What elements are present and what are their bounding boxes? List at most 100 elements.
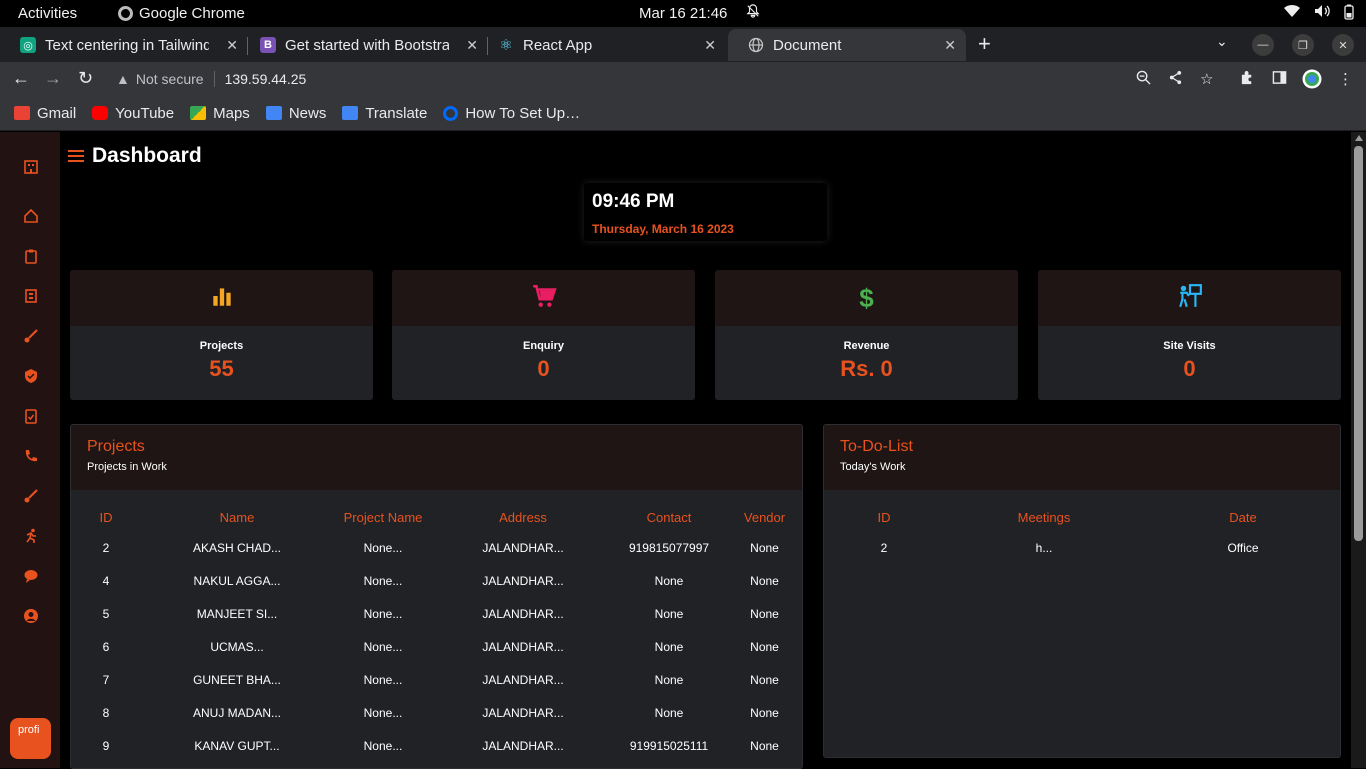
system-clock[interactable]: Mar 16 21:46 xyxy=(639,5,727,22)
bookmark-label: Maps xyxy=(213,104,250,122)
dashboard-header: Dashboard xyxy=(68,144,202,168)
table-row[interactable]: 5 MANJEET SI... None... JALANDHAR... None Non… xyxy=(71,597,802,630)
table-row[interactable]: 6 UCMAS... None... JALANDHAR... None None xyxy=(71,630,802,663)
task-check-icon[interactable] xyxy=(20,405,42,427)
scroll-up-arrow-icon[interactable] xyxy=(1355,135,1363,141)
stat-label: Revenue xyxy=(843,340,890,352)
close-tab-icon[interactable]: ✕ xyxy=(466,37,478,54)
security-indicator[interactable]: ▲ Not secure xyxy=(116,71,204,87)
close-tab-icon[interactable]: ✕ xyxy=(226,37,238,54)
todo-title: To-Do-List xyxy=(840,438,913,455)
home-icon[interactable] xyxy=(20,205,42,227)
table-cell: KANAV GUPT... xyxy=(194,738,280,753)
chat-bubble-icon[interactable] xyxy=(20,565,42,587)
table-cell: h... xyxy=(1035,540,1053,555)
volume-icon xyxy=(1314,4,1330,23)
translate-icon xyxy=(342,106,359,120)
back-button[interactable]: ← xyxy=(12,68,30,89)
scrollbar-thumb[interactable] xyxy=(1354,146,1363,541)
clock-widget: 09:46 PM Thursday, March 16 2023 xyxy=(584,183,827,241)
paint-brush-icon[interactable] xyxy=(20,485,42,507)
minimize-button[interactable]: — xyxy=(1252,34,1274,56)
activities-button[interactable]: Activities xyxy=(18,5,77,22)
tab-document[interactable]: Document ✕ xyxy=(728,29,966,61)
stat-value: 55 xyxy=(209,356,234,381)
share-icon[interactable] xyxy=(1168,70,1183,89)
close-tab-icon[interactable]: ✕ xyxy=(944,37,956,54)
tab-text-centering[interactable]: ◎ Text centering in Tailwind ✕ xyxy=(0,29,248,61)
chrome-icon xyxy=(118,6,133,21)
table-cell: None xyxy=(654,573,684,588)
table-cell: None xyxy=(654,639,684,654)
brush-icon[interactable] xyxy=(20,325,42,347)
stat-card-site-visits[interactable]: Site Visits 0 xyxy=(1038,270,1341,400)
chrome-menu-icon[interactable]: ⋮ xyxy=(1338,70,1353,88)
table-cell: None... xyxy=(363,738,403,753)
maximize-button[interactable]: ❐ xyxy=(1292,34,1314,56)
close-window-button[interactable]: ✕ xyxy=(1332,34,1354,56)
dollar-icon: $ xyxy=(859,283,874,313)
table-row[interactable]: 2 h... Office xyxy=(824,531,1340,564)
table-cell: 7 xyxy=(102,672,110,687)
office-icon[interactable] xyxy=(20,285,42,307)
reload-button[interactable]: ↻ xyxy=(78,68,93,89)
youtube-icon xyxy=(92,106,109,120)
tab-bootstrap[interactable]: B Get started with Bootstrap ✕ xyxy=(240,29,488,61)
system-tray[interactable] xyxy=(1284,4,1354,23)
forward-button[interactable]: → xyxy=(44,68,62,89)
todo-subtitle: Today's Work xyxy=(840,461,906,473)
table-row[interactable]: 2 AKASH CHAD... None... JALANDHAR... 9198150… xyxy=(71,531,802,564)
url-text[interactable]: 139.59.44.25 xyxy=(213,71,306,87)
clipboard-icon[interactable] xyxy=(20,245,42,267)
user-circle-icon[interactable] xyxy=(20,605,42,627)
bookmark-translate[interactable]: Translate xyxy=(342,105,427,122)
browser-toolbar: ← → ↻ ▲ Not secure 139.59.44.25 ☆ ⋮ xyxy=(0,62,1366,96)
bookmark-youtube[interactable]: YouTube xyxy=(92,105,174,122)
bookmark-news[interactable]: News xyxy=(265,104,327,122)
tab-react-app[interactable]: ⚛ React App ✕ xyxy=(478,29,726,61)
table-cell: None xyxy=(750,639,779,654)
bookmark-how-to-set-up[interactable]: How To Set Up… xyxy=(443,105,580,122)
page-scrollbar[interactable] xyxy=(1351,132,1366,768)
zoom-icon[interactable] xyxy=(1136,70,1151,89)
bookmark-label: News xyxy=(288,104,327,122)
tab-title: Text centering in Tailwind xyxy=(45,36,209,54)
building-logo-icon[interactable] xyxy=(20,156,42,178)
todo-panel-header: To-Do-List Today's Work xyxy=(824,425,1340,490)
address-bar[interactable]: ▲ Not secure 139.59.44.25 xyxy=(106,65,1266,93)
new-tab-button[interactable]: + xyxy=(978,31,991,57)
column-header: Name xyxy=(219,509,255,525)
bookmark-maps[interactable]: Maps xyxy=(190,105,250,122)
table-row[interactable]: 4 NAKUL AGGA... None... JALANDHAR... None Non… xyxy=(71,564,802,597)
hamburger-menu-icon[interactable] xyxy=(68,150,84,162)
projects-subtitle: Projects in Work xyxy=(87,461,167,473)
running-person-icon[interactable] xyxy=(20,525,42,547)
table-row[interactable]: 7 GUNEET BHA... None... JALANDHAR... None Non… xyxy=(71,663,802,696)
extensions-icon[interactable] xyxy=(1240,70,1255,89)
stat-card-projects[interactable]: Projects 55 xyxy=(70,270,373,400)
system-top-bar: Activities Google Chrome Mar 16 21:46 xyxy=(0,0,1366,27)
tab-search-chevron-icon[interactable]: ⌄ xyxy=(1216,33,1228,50)
todo-table-body: 2 h... Office xyxy=(824,531,1340,564)
table-row[interactable]: 8 ANUJ MADAN... None... JALANDHAR... None Non… xyxy=(71,696,802,729)
column-header: ID xyxy=(877,509,891,525)
table-cell: JALANDHAR... xyxy=(482,672,564,687)
page-title: Dashboard xyxy=(92,144,202,167)
shield-check-icon[interactable] xyxy=(20,365,42,387)
close-tab-icon[interactable]: ✕ xyxy=(704,37,716,54)
stat-card-revenue[interactable]: $ Revenue Rs. 0 xyxy=(715,270,1018,400)
profile-image[interactable]: profi xyxy=(10,718,51,759)
profile-avatar[interactable] xyxy=(1302,69,1322,93)
bookmark-gmail[interactable]: Gmail xyxy=(14,105,76,122)
phone-call-icon[interactable] xyxy=(20,445,42,467)
cart-icon xyxy=(531,283,557,314)
bookmark-label: Translate xyxy=(365,104,428,122)
stat-label: Projects xyxy=(199,340,244,352)
table-row[interactable]: 9 KANAV GUPT... None... JALANDHAR... 9199150… xyxy=(71,729,802,762)
bookmark-star-icon[interactable]: ☆ xyxy=(1200,70,1213,88)
table-cell: 2 xyxy=(102,540,110,555)
table-cell: 6 xyxy=(102,639,110,654)
stat-card-enquiry[interactable]: Enquiry 0 xyxy=(392,270,695,400)
side-panel-icon[interactable] xyxy=(1272,70,1287,89)
app-menu[interactable]: Google Chrome xyxy=(118,5,245,22)
